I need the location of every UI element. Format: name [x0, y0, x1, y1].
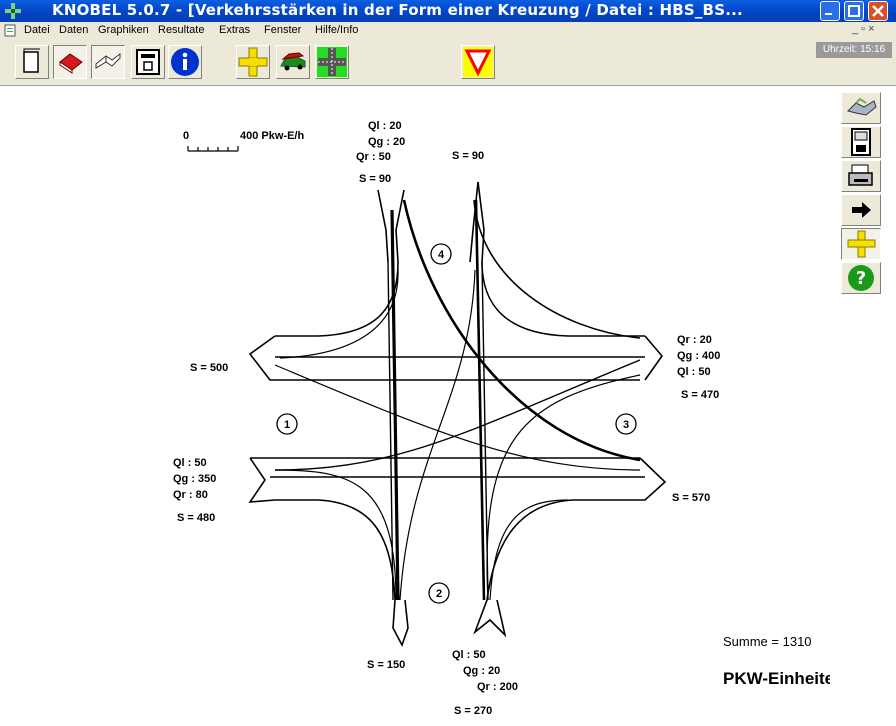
- close-button[interactable]: [868, 1, 888, 21]
- info-button[interactable]: [168, 45, 202, 79]
- book-button[interactable]: [53, 45, 87, 79]
- east-qg: Qg : 400: [677, 350, 720, 362]
- mdi-controls[interactable]: _ ▫ ×: [852, 23, 875, 35]
- yield-sign-icon: [463, 47, 493, 77]
- ruler-cross-icon: [847, 230, 876, 258]
- east-s-in: S = 470: [681, 389, 719, 401]
- calculator-button[interactable]: [131, 45, 165, 79]
- open-book-button[interactable]: [91, 45, 125, 79]
- south-ql: Ql : 50: [452, 649, 486, 661]
- west-qg: Qg : 350: [173, 473, 216, 485]
- minimize-button[interactable]: [820, 1, 840, 21]
- help-button[interactable]: ?: [841, 262, 881, 294]
- intersection-diagram: 0 400 Pkw-E/h 4 1 3 2 Ql: 20 Qg: 20 Qr…: [173, 120, 830, 717]
- crossroad-button[interactable]: [236, 45, 270, 79]
- cars-icon: [280, 52, 306, 71]
- close-icon: [872, 5, 884, 17]
- clock: Uhrzeit: 15:16: [816, 42, 892, 58]
- north-qg: Qg : 20: [368, 136, 405, 148]
- menu-resultate[interactable]: Resultate: [158, 24, 204, 36]
- scale-bar: [187, 146, 239, 152]
- maximize-button[interactable]: [844, 1, 864, 21]
- ruler-cross-button[interactable]: [841, 228, 881, 260]
- open-book-icon: [95, 53, 121, 69]
- svg-text:1: 1: [284, 419, 290, 431]
- flow-lines: [274, 199, 641, 601]
- info-icon: [171, 48, 199, 76]
- new-document-button[interactable]: [15, 45, 49, 79]
- svg-text:3: 3: [623, 419, 629, 431]
- summary-unit: PKW-Einheiten: [723, 669, 830, 688]
- handshake-icon: [847, 97, 877, 116]
- print-button[interactable]: [841, 160, 881, 192]
- book-icon: [59, 53, 83, 74]
- menu-datei[interactable]: Datei: [24, 24, 50, 36]
- minimize-icon: [825, 13, 832, 15]
- south-s-in: S = 270: [454, 705, 492, 717]
- save-button[interactable]: [841, 126, 881, 158]
- menu-daten[interactable]: Daten: [59, 24, 88, 36]
- north-qr: Qr : 50: [356, 151, 391, 163]
- north-s-out: S = 90: [452, 150, 484, 162]
- svg-text:2: 2: [436, 588, 442, 600]
- handshake-button[interactable]: [841, 92, 881, 124]
- south-qg: Qg : 20: [463, 665, 500, 677]
- arrow-right-icon: [852, 202, 871, 218]
- arm-number-1: 1: [276, 413, 298, 435]
- menu-fenster[interactable]: Fenster: [264, 24, 301, 36]
- south-s-out: S = 150: [367, 659, 405, 671]
- yield-sign-button[interactable]: [461, 45, 495, 79]
- north-s-in: S = 90: [359, 173, 391, 185]
- green-cross-icon: [317, 47, 347, 77]
- printer-icon: [848, 164, 873, 186]
- maximize-icon: [848, 5, 860, 17]
- new-document-icon: [23, 48, 40, 73]
- east-ql: Ql : 50: [677, 366, 711, 378]
- arm-number-3: 3: [615, 413, 637, 435]
- window-title: KNOBEL 5.0.7 - [Verkehrsstärken in der F…: [52, 1, 743, 19]
- scale-zero: 0: [183, 130, 189, 142]
- west-ql: Ql : 50: [173, 457, 207, 469]
- west-qr: Qr : 80: [173, 489, 208, 501]
- next-button[interactable]: [841, 194, 881, 226]
- app-icon: [5, 3, 21, 19]
- svg-text:4: 4: [438, 249, 445, 261]
- title-bar: KNOBEL 5.0.7 - [Verkehrsstärken in der F…: [0, 0, 896, 22]
- floppy-disk-icon: [851, 128, 871, 156]
- menu-bar: Datei Daten Graphiken Resultate Extras F…: [0, 22, 896, 39]
- summary-total: Summe = 1310: [723, 634, 812, 649]
- north-ql: Ql : 20: [368, 120, 402, 132]
- menu-extras[interactable]: Extras: [219, 24, 250, 36]
- crossroad-icon: [238, 47, 268, 77]
- help-icon: ?: [848, 265, 874, 291]
- west-s-out: S = 500: [190, 362, 228, 374]
- svg-text:?: ?: [856, 268, 866, 289]
- arm-number-4: 4: [430, 243, 452, 265]
- menu-hilfe-info[interactable]: Hilfe/Info: [315, 24, 358, 36]
- toolbar: [0, 39, 896, 86]
- menu-graphiken[interactable]: Graphiken: [98, 24, 149, 36]
- cars-button[interactable]: [276, 45, 310, 79]
- lane-lines: [270, 261, 645, 601]
- arm-number-2: 2: [428, 582, 450, 604]
- south-qr: Qr : 200: [477, 681, 518, 693]
- document-menu-icon[interactable]: [4, 24, 17, 37]
- east-qr: Qr : 20: [677, 334, 712, 346]
- calculator-icon: [136, 49, 160, 75]
- road-outline: [248, 181, 667, 647]
- east-s-out: S = 570: [672, 492, 710, 504]
- scale-label: 400 Pkw-E/h: [240, 130, 304, 142]
- green-cross-button[interactable]: [315, 45, 349, 79]
- west-s-in: S = 480: [177, 512, 215, 524]
